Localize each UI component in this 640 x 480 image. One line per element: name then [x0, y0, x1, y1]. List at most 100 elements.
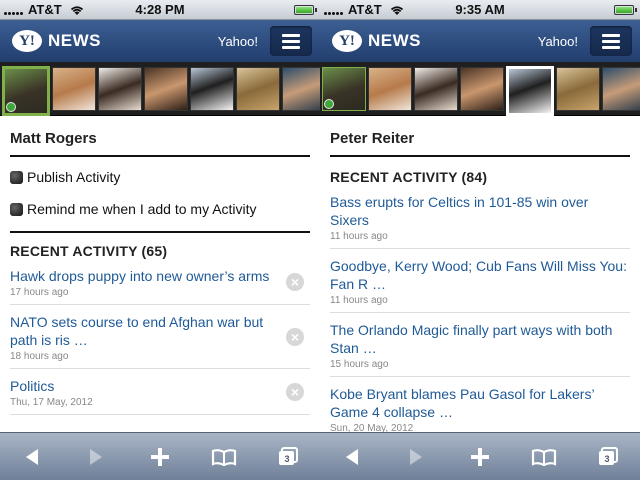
friends-strip[interactable]: [0, 62, 320, 116]
add-icon: [471, 447, 489, 466]
phone-screen-left: AT&T 4:28 PM Y! NEWS Yahoo! Matt Rogers …: [0, 0, 320, 480]
wifi-icon: [70, 5, 83, 15]
back-icon: [26, 448, 38, 465]
profile-content: Matt Rogers Publish Activity Remind me w…: [0, 116, 320, 415]
battery-icon: [614, 5, 637, 15]
recent-activity-section: RECENT ACTIVITY (65) Hawk drops puppy in…: [10, 231, 310, 415]
activity-item-title[interactable]: Kobe Bryant blames Pau Gasol for Lakers’…: [330, 385, 630, 421]
status-bar: AT&T 4:28 PM: [0, 0, 320, 20]
forward-button[interactable]: [76, 441, 116, 473]
activity-item[interactable]: Politics Thu, 17 May, 2012 ×: [10, 369, 310, 415]
activity-item[interactable]: The Orlando Magic finally part ways with…: [330, 313, 630, 377]
friend-avatar[interactable]: [414, 66, 458, 111]
activity-item-title[interactable]: Bass erupts for Celtics in 101-85 win ov…: [330, 193, 630, 229]
pages-button[interactable]: 3: [588, 441, 628, 473]
publish-activity-option[interactable]: Publish Activity: [10, 169, 310, 185]
remind-me-option[interactable]: Remind me when I add to my Activity: [10, 201, 310, 217]
forward-icon: [410, 448, 422, 465]
screens: AT&T 4:28 PM Y! NEWS Yahoo! Matt Rogers …: [0, 0, 640, 480]
activity-item-time: 11 hours ago: [330, 231, 388, 242]
toggle-icon: [10, 202, 23, 216]
friends-strip[interactable]: [320, 62, 640, 116]
menu-button[interactable]: [270, 26, 312, 56]
profile-name: Peter Reiter: [330, 130, 630, 157]
online-indicator-icon: [6, 101, 16, 112]
friend-avatar[interactable]: [506, 65, 554, 116]
activity-item[interactable]: NATO sets course to end Afghan war but p…: [10, 305, 310, 369]
add-button[interactable]: [460, 441, 500, 473]
carrier-label: AT&T: [28, 2, 62, 17]
friend-avatar[interactable]: [2, 65, 50, 116]
yahoo-link[interactable]: Yahoo!: [538, 34, 578, 49]
signal-icon: [324, 5, 343, 15]
friend-avatar[interactable]: [368, 66, 412, 111]
phone-screen-right: AT&T 9:35 AM Y! NEWS Yahoo! Peter Reiter…: [320, 0, 640, 480]
toggle-icon: [10, 170, 23, 184]
menu-icon: [602, 33, 620, 37]
pages-button[interactable]: 3: [268, 441, 308, 473]
friend-avatar[interactable]: [190, 66, 234, 111]
logo-title: NEWS: [368, 31, 421, 50]
battery-icon: [294, 5, 317, 15]
activity-item-time: 17 hours ago: [10, 287, 69, 298]
app-header: Y! NEWS Yahoo!: [0, 20, 320, 62]
activity-item-title[interactable]: Goodbye, Kerry Wood; Cub Fans Will Miss …: [330, 257, 630, 293]
yahoo-logo-icon: Y!: [332, 30, 362, 52]
friend-avatar[interactable]: [460, 66, 504, 111]
friend-avatar[interactable]: [602, 66, 640, 111]
friend-avatar[interactable]: [144, 66, 188, 111]
add-icon: [151, 447, 169, 466]
activity-item-title[interactable]: Politics: [10, 377, 280, 395]
friend-avatar[interactable]: [282, 66, 320, 111]
bookmarks-icon: [531, 448, 557, 466]
friend-avatar[interactable]: [556, 66, 600, 111]
recent-activity-title: RECENT ACTIVITY (65): [10, 243, 168, 259]
app-header: Y! NEWS Yahoo!: [320, 20, 640, 62]
menu-button[interactable]: [590, 26, 632, 56]
yahoo-link[interactable]: Yahoo!: [218, 34, 258, 49]
browser-toolbar: 3: [0, 432, 320, 480]
remove-icon[interactable]: ×: [286, 382, 304, 401]
forward-icon: [90, 448, 102, 465]
yahoo-news-logo[interactable]: Y! NEWS: [12, 30, 101, 52]
friend-avatar[interactable]: [52, 66, 96, 111]
remove-icon[interactable]: ×: [286, 327, 304, 346]
browser-toolbar: 3: [320, 432, 640, 480]
option-label: Remind me when I add to my Activity: [27, 201, 257, 217]
recent-activity-title: RECENT ACTIVITY (84): [330, 169, 488, 185]
menu-icon: [282, 33, 300, 37]
yahoo-news-logo[interactable]: Y! NEWS: [332, 30, 421, 52]
activity-item[interactable]: Goodbye, Kerry Wood; Cub Fans Will Miss …: [330, 249, 630, 313]
bookmarks-icon: [211, 448, 237, 466]
forward-button[interactable]: [396, 441, 436, 473]
activity-item[interactable]: Bass erupts for Celtics in 101-85 win ov…: [330, 185, 630, 249]
status-bar: AT&T 9:35 AM: [320, 0, 640, 20]
carrier-label: AT&T: [348, 2, 382, 17]
pages-count: 3: [284, 453, 290, 464]
remove-icon[interactable]: ×: [286, 272, 304, 291]
signal-icon: [4, 5, 23, 15]
activity-item-time: 11 hours ago: [330, 295, 388, 306]
pages-count: 3: [604, 453, 610, 464]
add-button[interactable]: [140, 441, 180, 473]
bookmarks-button[interactable]: [204, 441, 244, 473]
activity-item[interactable]: Hawk drops puppy into new owner’s arms 1…: [10, 259, 310, 305]
activity-item-time: Thu, 17 May, 2012: [10, 397, 93, 408]
profile-content: Peter Reiter RECENT ACTIVITY (84) Bass e…: [320, 116, 640, 441]
activity-item-time: 15 hours ago: [330, 359, 389, 370]
friend-avatar[interactable]: [236, 66, 280, 111]
yahoo-logo-icon: Y!: [12, 30, 42, 52]
activity-item-title[interactable]: NATO sets course to end Afghan war but p…: [10, 313, 280, 349]
online-indicator-icon: [324, 98, 334, 109]
profile-name: Matt Rogers: [10, 130, 310, 157]
activity-item-title[interactable]: The Orlando Magic finally part ways with…: [330, 321, 630, 357]
back-icon: [346, 448, 358, 465]
friend-avatar[interactable]: [98, 66, 142, 111]
option-label: Publish Activity: [27, 169, 121, 185]
back-button[interactable]: [12, 441, 52, 473]
friend-avatar[interactable]: [322, 66, 366, 111]
activity-item-title[interactable]: Hawk drops puppy into new owner’s arms: [10, 267, 280, 285]
back-button[interactable]: [332, 441, 372, 473]
recent-activity-section: RECENT ACTIVITY (84) Bass erupts for Cel…: [330, 157, 630, 441]
bookmarks-button[interactable]: [524, 441, 564, 473]
